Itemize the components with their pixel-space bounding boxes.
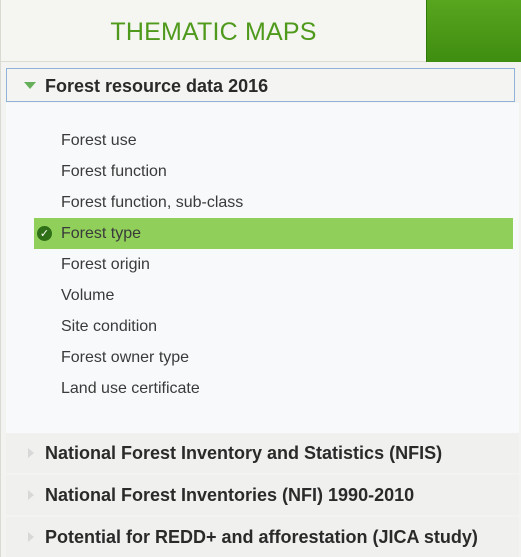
list-item-forest-type[interactable]: ✓ Forest type xyxy=(34,218,513,249)
panel-title: THEMATIC MAPS xyxy=(110,18,317,46)
list-item-label: Forest use xyxy=(61,132,137,149)
section-content: Forest use Forest function Forest functi… xyxy=(6,103,519,433)
header-green-tab[interactable] xyxy=(426,0,521,62)
list-item-site-condition[interactable]: Site condition xyxy=(6,311,519,342)
list-item-forest-function-sub-class[interactable]: Forest function, sub-class xyxy=(6,187,519,218)
list-item-label: Forest function xyxy=(61,163,167,180)
caret-down-icon xyxy=(24,82,36,89)
list-item-forest-use[interactable]: Forest use xyxy=(6,125,519,156)
thematic-maps-panel: THEMATIC MAPS Forest resource data 2016 … xyxy=(0,0,521,557)
list-item-label: Land use certificate xyxy=(61,380,200,397)
list-item-label: Site condition xyxy=(61,318,158,335)
list-item-land-use-certificate[interactable]: Land use certificate xyxy=(6,373,519,404)
map-layer-list: Forest use Forest function Forest functi… xyxy=(6,125,519,404)
caret-right-icon xyxy=(28,532,34,542)
section-redd-jica[interactable]: Potential for REDD+ and afforestation (J… xyxy=(6,517,519,557)
section-nfis[interactable]: National Forest Inventory and Statistics… xyxy=(6,433,519,473)
list-item-label: Forest owner type xyxy=(61,349,190,366)
check-circle-icon: ✓ xyxy=(37,226,52,241)
caret-right-icon xyxy=(28,448,34,458)
list-item-forest-owner-type[interactable]: Forest owner type xyxy=(6,342,519,373)
list-item-forest-origin[interactable]: Forest origin xyxy=(6,249,519,280)
section-forest-resource-data-2016[interactable]: Forest resource data 2016 xyxy=(6,68,515,102)
list-item-label: Forest function, sub-class xyxy=(61,194,244,211)
list-item-label: Volume xyxy=(61,287,115,304)
section-title: Potential for REDD+ and afforestation (J… xyxy=(45,527,478,547)
panel-header: THEMATIC MAPS xyxy=(1,0,521,62)
list-item-forest-function[interactable]: Forest function xyxy=(6,156,519,187)
caret-right-icon xyxy=(28,490,34,500)
section-title: National Forest Inventories (NFI) 1990-2… xyxy=(45,485,415,505)
section-nfi-1990-2010[interactable]: National Forest Inventories (NFI) 1990-2… xyxy=(6,475,519,515)
list-item-label: Forest type xyxy=(61,225,142,242)
list-item-volume[interactable]: Volume xyxy=(6,280,519,311)
list-item-label: Forest origin xyxy=(61,256,150,273)
section-title: Forest resource data 2016 xyxy=(45,76,269,96)
section-title: National Forest Inventory and Statistics… xyxy=(45,443,443,463)
